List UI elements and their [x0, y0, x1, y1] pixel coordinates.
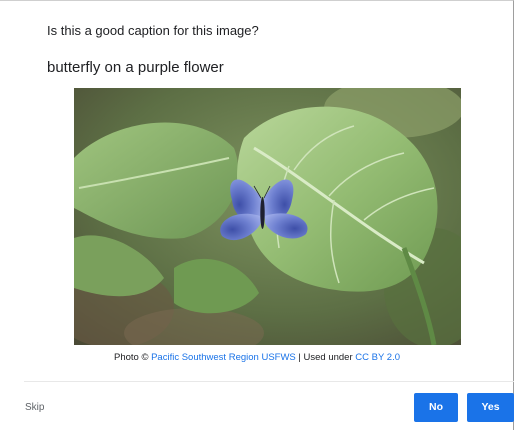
- skip-button[interactable]: Skip: [25, 402, 44, 413]
- butterfly-photo: [74, 88, 461, 345]
- footer-divider: [24, 381, 514, 382]
- photo: [74, 88, 461, 345]
- credit-prefix: Photo ©: [113, 352, 149, 363]
- question-text: Is this a good caption for this image?: [47, 23, 259, 38]
- yes-button[interactable]: Yes: [467, 393, 514, 422]
- credit-author-link[interactable]: Pacific Southwest Region USFWS: [151, 352, 296, 363]
- photo-credit: Photo © Pacific Southwest Region USFWS |…: [0, 352, 514, 363]
- no-button[interactable]: No: [414, 393, 458, 422]
- dialog-frame: Is this a good caption for this image? b…: [0, 0, 514, 430]
- license-link[interactable]: CC BY 2.0: [355, 352, 400, 363]
- credit-separator: | Used under: [298, 352, 353, 363]
- caption-text: butterfly on a purple flower: [47, 59, 224, 76]
